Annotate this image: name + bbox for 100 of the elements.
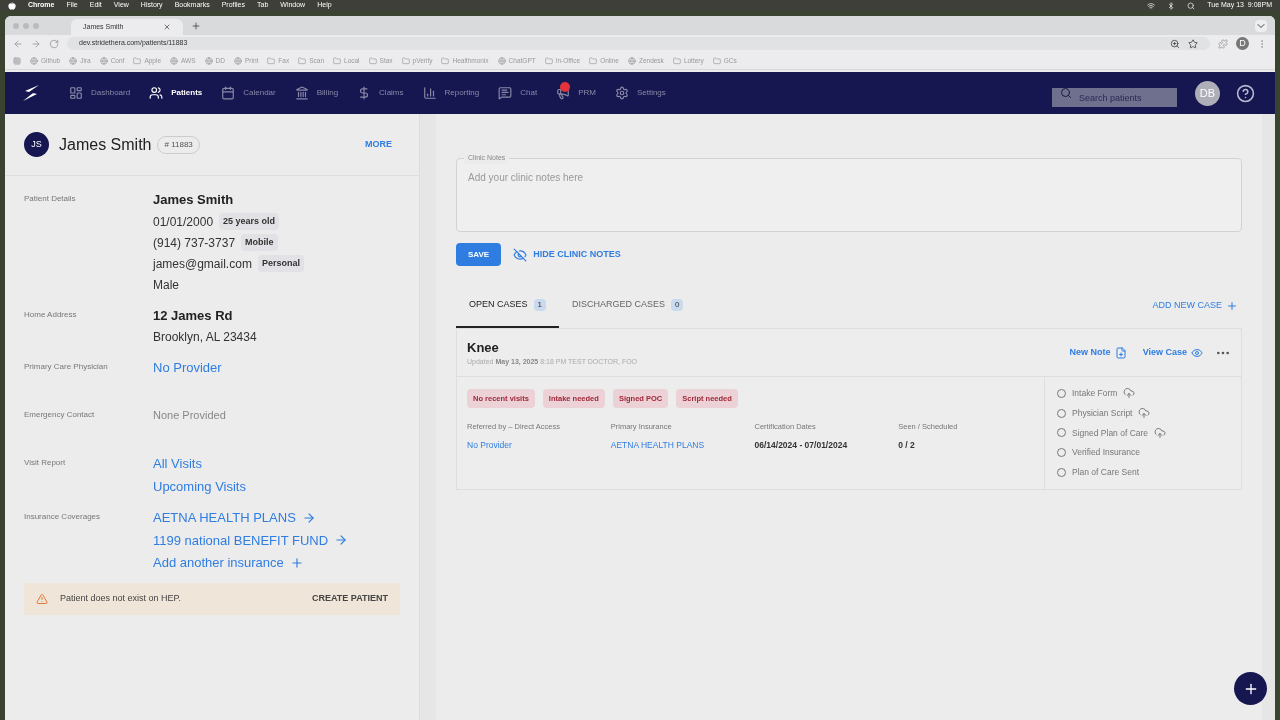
detail-link[interactable]: All Visits (153, 454, 202, 474)
folder-icon (544, 56, 553, 65)
nav-item[interactable]: Patients (149, 86, 203, 100)
nav-item[interactable]: Reporting (422, 86, 480, 100)
folder-icon (401, 56, 410, 65)
add-fab[interactable] (1234, 672, 1267, 705)
detail-tag: 25 years old (219, 212, 280, 231)
forward-icon[interactable] (31, 38, 41, 49)
chat-icon (498, 86, 513, 100)
cloud-upload-icon[interactable] (1154, 426, 1167, 439)
detail-link[interactable]: Upcoming Visits (153, 476, 246, 496)
reload-icon[interactable] (49, 38, 59, 49)
bank-icon (294, 86, 309, 100)
apps-icon[interactable] (13, 56, 21, 65)
field-link[interactable]: No Provider (467, 438, 603, 452)
bluetooth-icon (1167, 1, 1176, 10)
count-badge: 0 (671, 299, 684, 311)
search-icon[interactable] (1187, 1, 1196, 10)
folder-icon (368, 56, 377, 65)
zoom-icon[interactable] (1170, 38, 1180, 49)
folder-icon (267, 56, 276, 65)
help-icon[interactable] (1236, 83, 1255, 103)
new-note-button[interactable]: New Note (1069, 345, 1127, 360)
checklist-label: Verified Insurance (1072, 446, 1141, 459)
eye-icon (1191, 346, 1203, 359)
nav-item[interactable]: PRM (556, 86, 596, 100)
search-field[interactable]: Search patients (1052, 88, 1177, 107)
patient-name: James Smith (59, 134, 152, 155)
arrow-right-icon (301, 510, 316, 525)
close-icon[interactable] (163, 23, 171, 31)
bar-chart-icon (422, 86, 437, 100)
save-button[interactable]: SAVE (456, 243, 502, 266)
megaphone-icon (556, 86, 571, 100)
detail-tag: Mobile (241, 233, 278, 252)
profile-avatar[interactable]: D (1236, 37, 1249, 50)
new-tab-icon[interactable] (191, 20, 201, 31)
field-link[interactable]: AETNA HEALTH PLANS (610, 438, 747, 452)
dashboard-icon (69, 86, 83, 100)
nav-item[interactable]: Claims (357, 86, 404, 100)
folder-icon (333, 56, 341, 65)
case-tab[interactable]: DISCHARGED CASES 0 (559, 284, 697, 328)
folder-icon (589, 56, 598, 65)
hide-notes-button[interactable]: HIDE CLINIC NOTES (513, 247, 621, 262)
checklist-label: Intake Form (1072, 387, 1118, 400)
detail-value: 01/01/2000 (153, 213, 214, 231)
case-title: Knee (467, 338, 500, 357)
patient-avatar: JS (24, 132, 49, 157)
detail-label: Patient Details (24, 193, 77, 205)
nav-item[interactable]: Calendar (221, 86, 276, 100)
people-icon (149, 86, 164, 100)
eye-off-icon (513, 247, 528, 262)
note-icon (1114, 346, 1127, 359)
user-avatar[interactable]: DB (1195, 80, 1220, 106)
wifi-icon (1147, 1, 1156, 10)
detail-value: Male (153, 276, 179, 294)
detail-value: Brooklyn, AL 23434 (153, 329, 257, 346)
search-icon (1060, 87, 1072, 99)
window-minimize-icon[interactable] (23, 22, 29, 29)
gear-icon (614, 86, 629, 100)
globe-icon (233, 56, 242, 65)
detail-value: (914) 737-3737 (153, 234, 236, 252)
count-badge: 1 (533, 299, 546, 311)
detail-link[interactable]: 1199 national BENEFIT FUND (153, 530, 349, 550)
field-value: 06/14/2024 - 07/01/2024 (754, 438, 849, 452)
back-icon[interactable] (13, 38, 23, 49)
detail-link[interactable]: Add another insurance (153, 553, 304, 573)
field-value: 0 / 2 (898, 438, 916, 452)
checklist-label: Signed Plan of Care (1072, 426, 1149, 440)
folder-icon (712, 56, 721, 65)
globe-icon (30, 56, 38, 65)
detail-label: Emergency Contact (24, 409, 96, 421)
apple-icon (8, 1, 16, 10)
globe-icon (497, 56, 506, 65)
folder-icon (298, 56, 307, 65)
folder-icon (672, 56, 681, 65)
checklist-label: Plan of Care Sent (1072, 466, 1140, 479)
tab-list-icon[interactable] (1255, 19, 1267, 32)
window-close-icon[interactable] (13, 22, 19, 29)
cloud-upload-icon[interactable] (1138, 407, 1151, 420)
detail-label: Insurance Coverages (24, 511, 102, 523)
calendar-icon (221, 86, 236, 100)
nav-item[interactable]: Chat (498, 86, 538, 100)
detail-value: 12 James Rd (153, 306, 233, 325)
globe-icon (204, 56, 213, 65)
folder-icon (441, 56, 450, 65)
extensions-icon[interactable] (1218, 38, 1228, 49)
nav-item[interactable]: Settings (614, 86, 666, 100)
create-patient-button[interactable]: CREATE PATIENT (312, 591, 388, 606)
window-maximize-icon[interactable] (33, 22, 39, 29)
detail-link[interactable]: No Provider (153, 358, 222, 378)
globe-icon (627, 56, 636, 65)
cloud-upload-icon[interactable] (1123, 387, 1136, 400)
detail-link[interactable]: AETNA HEALTH PLANS (153, 508, 316, 528)
nav-item[interactable]: Billing (294, 86, 339, 100)
detail-tag: Personal (257, 254, 304, 273)
bookmark-star-icon[interactable] (1188, 38, 1198, 49)
more-button[interactable]: MORE (365, 137, 400, 152)
add-case-button[interactable]: ADD NEW CASE (1152, 284, 1242, 328)
nav-item[interactable]: Dashboard (69, 86, 131, 100)
view-case-button[interactable]: View Case (1142, 345, 1203, 360)
